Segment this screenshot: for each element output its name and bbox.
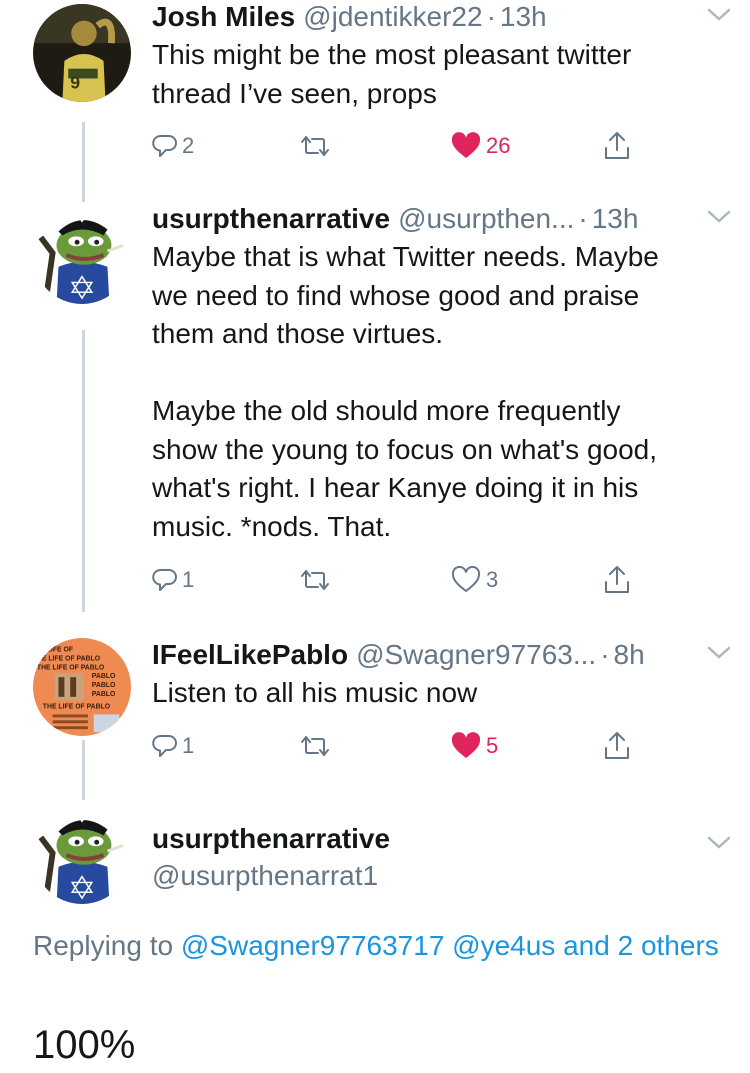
share-icon <box>605 732 629 759</box>
frog-avatar <box>33 806 131 904</box>
timestamp[interactable]: 13h <box>500 0 547 34</box>
tweet-actions: 1 3 <box>152 562 642 598</box>
chevron-down-icon[interactable] <box>706 642 732 664</box>
reply-count: 1 <box>182 567 195 592</box>
thread-line <box>82 330 85 612</box>
reply-icon <box>152 735 177 757</box>
timestamp[interactable]: 13h <box>592 202 639 236</box>
like-count: 3 <box>486 567 499 592</box>
avatar[interactable]: LIFE OF HE LIFE OF PABLO THE LIFE OF PAB… <box>33 638 131 736</box>
chevron-down-icon[interactable] <box>706 4 732 26</box>
avatar[interactable] <box>33 206 131 304</box>
retweet-button[interactable] <box>298 562 332 598</box>
retweet-icon <box>301 736 329 756</box>
retweet-button[interactable] <box>298 728 332 764</box>
display-name[interactable]: Josh Miles <box>152 0 295 34</box>
retweet-icon <box>301 136 329 156</box>
share-icon <box>605 132 629 159</box>
tweet-actions: 2 26 <box>152 128 642 164</box>
handle[interactable]: @usurpthenarrat1 <box>152 856 732 896</box>
tweet-actions: 1 5 <box>152 728 642 764</box>
timestamp[interactable]: 8h <box>614 638 645 672</box>
svg-text:9: 9 <box>70 72 80 92</box>
pablo-cover-text: THE LIFE OF PABLO <box>43 704 111 711</box>
tweet-text: Listen to all his music now <box>152 677 478 708</box>
reply-count: 2 <box>182 133 195 158</box>
replying-prefix: Replying to <box>33 930 174 961</box>
tweet-text: Maybe that is what Twitter needs. Maybe … <box>152 241 659 542</box>
like-button[interactable]: 26 <box>450 128 510 164</box>
handle[interactable]: @jdentikker22 <box>303 0 482 34</box>
share-icon <box>605 566 629 593</box>
frog-avatar <box>33 206 131 304</box>
reply-count: 1 <box>182 733 195 758</box>
share-button[interactable] <box>602 562 632 598</box>
main-tweet-text: 100% <box>33 1023 136 1067</box>
heart-outline-icon <box>451 566 481 593</box>
like-count: 26 <box>486 133 511 158</box>
pablo-cover-text: PABLO <box>92 673 116 680</box>
display-name[interactable]: IFeelLikePablo <box>152 638 348 672</box>
pablo-cover-text: LIFE OF <box>47 647 73 654</box>
like-count: 5 <box>486 733 499 758</box>
display-name[interactable]: usurpthenarrative <box>152 202 390 236</box>
retweet-button[interactable] <box>298 128 332 164</box>
album-cover-avatar: LIFE OF HE LIFE OF PABLO THE LIFE OF PAB… <box>33 638 131 736</box>
like-button[interactable]: 3 <box>450 562 498 598</box>
pablo-cover-text: PABLO <box>92 691 116 698</box>
reply-mentions-link[interactable]: @Swagner97763717 @ye4us <box>181 930 555 961</box>
tweet-text: This might be the most pleasant twitter … <box>152 39 632 109</box>
avatar[interactable]: 9 <box>33 4 131 102</box>
display-name[interactable]: usurpthenarrative <box>152 822 732 856</box>
share-button[interactable] <box>602 728 632 764</box>
masked-person-avatar: 9 <box>33 4 131 102</box>
retweet-icon <box>301 570 329 590</box>
reply-button[interactable]: 1 <box>152 562 194 598</box>
pablo-cover-text: THE LIFE OF PABLO <box>37 664 105 671</box>
handle[interactable]: @usurpthen... <box>398 202 574 236</box>
reply-button[interactable]: 2 <box>152 128 194 164</box>
heart-filled-icon <box>451 732 481 758</box>
thread-line <box>82 740 85 800</box>
pablo-cover-text: HE LIFE OF PABLO <box>37 656 101 663</box>
share-button[interactable] <box>602 128 632 164</box>
chevron-down-icon[interactable] <box>706 206 732 228</box>
reply-others-link[interactable]: and 2 others <box>563 930 719 961</box>
like-button[interactable]: 5 <box>450 728 498 764</box>
reply-icon <box>152 135 177 157</box>
pablo-cover-text: PABLO <box>92 682 116 689</box>
chevron-down-icon[interactable] <box>706 832 732 854</box>
replying-to: Replying to @Swagner97763717 @ye4us and … <box>33 925 720 967</box>
thread-line <box>82 122 85 202</box>
heart-filled-icon <box>451 132 481 158</box>
handle[interactable]: @Swagner97763... <box>356 638 596 672</box>
avatar[interactable] <box>33 806 131 904</box>
reply-icon <box>152 569 177 591</box>
reply-button[interactable]: 1 <box>152 728 194 764</box>
